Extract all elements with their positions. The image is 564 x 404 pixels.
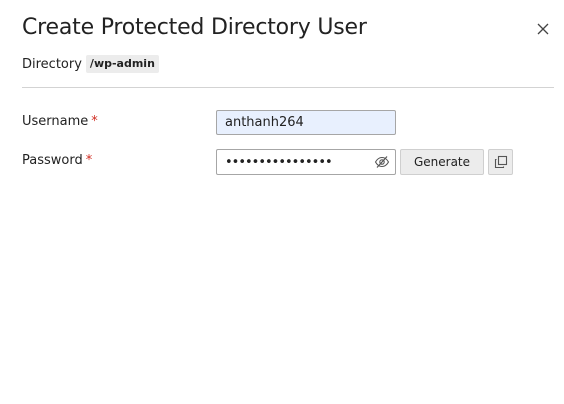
copy-icon [494, 155, 507, 169]
copy-password-button[interactable] [488, 149, 513, 175]
close-button[interactable] [531, 17, 555, 41]
required-marker: * [91, 114, 98, 129]
username-label-text: Username [22, 114, 89, 129]
password-value: •••••••••••••••• [225, 154, 333, 170]
dialog-title: Create Protected Directory User [22, 15, 367, 40]
create-user-dialog: Create Protected Directory User Director… [0, 0, 564, 404]
toggle-password-visibility-button[interactable] [373, 153, 391, 171]
eye-slash-icon [374, 156, 390, 168]
password-label: Password * [22, 153, 92, 168]
directory-info: Directory /wp-admin [22, 54, 159, 74]
password-label-text: Password [22, 153, 83, 168]
username-label: Username * [22, 114, 98, 129]
generate-password-button[interactable]: Generate [400, 149, 484, 175]
username-value: anthanh264 [225, 115, 304, 130]
username-field[interactable]: anthanh264 [216, 110, 396, 135]
required-marker: * [85, 153, 93, 168]
directory-path-badge: /wp-admin [85, 55, 159, 73]
close-icon [537, 23, 549, 35]
password-field[interactable]: •••••••••••••••• [216, 149, 396, 175]
divider [22, 87, 554, 88]
directory-label: Directory [22, 56, 82, 72]
